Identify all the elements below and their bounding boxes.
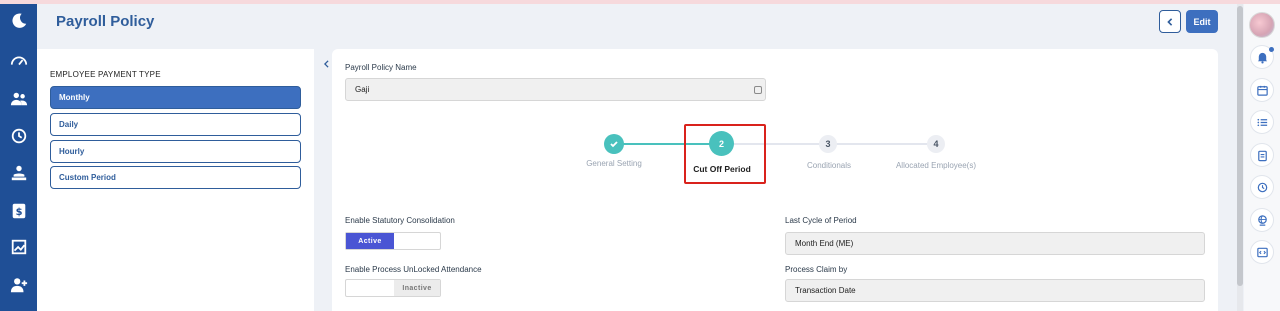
svg-text:$: $ bbox=[15, 207, 22, 218]
scrollbar-thumb[interactable] bbox=[1237, 6, 1243, 286]
process-claim-label: Process Claim by bbox=[785, 265, 848, 274]
chevron-left-icon bbox=[323, 60, 329, 68]
chart-icon[interactable] bbox=[7, 236, 30, 258]
step-1-label: General Setting bbox=[586, 159, 642, 168]
globe-icon[interactable] bbox=[1250, 208, 1274, 232]
clock-icon[interactable] bbox=[1250, 175, 1274, 199]
page-title: Payroll Policy bbox=[56, 13, 155, 30]
unlocked-attendance-label: Enable Process UnLocked Attendance bbox=[345, 265, 482, 274]
checkmark-icon bbox=[610, 141, 618, 148]
statutory-consolidation-label: Enable Statutory Consolidation bbox=[345, 216, 455, 225]
dollar-icon[interactable]: $ bbox=[7, 200, 30, 222]
policy-name-label: Payroll Policy Name bbox=[345, 63, 417, 72]
last-cycle-field[interactable]: Month End (ME) bbox=[785, 232, 1205, 255]
unlocked-attendance-toggle[interactable]: Inactive bbox=[345, 279, 441, 297]
moon-logo-icon[interactable] bbox=[7, 10, 30, 32]
edit-button[interactable]: Edit bbox=[1186, 10, 1218, 33]
process-claim-field[interactable]: Transaction Date bbox=[785, 279, 1205, 302]
statutory-consolidation-toggle[interactable]: Active bbox=[345, 232, 441, 250]
chevron-left-icon bbox=[1167, 17, 1173, 26]
step-1-complete[interactable] bbox=[604, 134, 624, 154]
left-nav: $ bbox=[0, 4, 37, 311]
payment-type-custom-period[interactable]: Custom Period bbox=[50, 166, 301, 189]
payment-type-heading: EMPLOYEE PAYMENT TYPE bbox=[50, 70, 161, 79]
field-menu-icon bbox=[754, 86, 762, 94]
avatar[interactable] bbox=[1249, 12, 1275, 38]
step-3-label: Conditionals bbox=[806, 161, 852, 170]
notification-dot bbox=[1269, 47, 1274, 52]
dashboard-gauge-icon[interactable] bbox=[7, 50, 30, 72]
last-cycle-label: Last Cycle of Period bbox=[785, 216, 857, 225]
payment-type-monthly[interactable]: Monthly bbox=[50, 86, 301, 109]
people-icon[interactable] bbox=[7, 88, 30, 110]
policy-name-field[interactable]: Gaji bbox=[345, 78, 766, 101]
payment-type-daily[interactable]: Daily bbox=[50, 113, 301, 136]
toggle-active-state: Active bbox=[346, 233, 394, 249]
clock-history-icon[interactable] bbox=[7, 125, 30, 147]
back-button[interactable] bbox=[1159, 10, 1181, 33]
code-icon[interactable] bbox=[1250, 240, 1274, 264]
calendar-icon[interactable] bbox=[1250, 78, 1274, 102]
user-add-icon[interactable] bbox=[7, 274, 30, 296]
collapse-panel-button[interactable] bbox=[320, 58, 332, 70]
clipboard-icon[interactable] bbox=[1250, 143, 1274, 167]
toggle-inactive-state: Inactive bbox=[394, 280, 440, 296]
step-4[interactable]: 4 bbox=[927, 135, 945, 153]
top-accent-strip bbox=[0, 0, 1280, 4]
payment-type-panel: EMPLOYEE PAYMENT TYPE Monthly Daily Hour… bbox=[37, 49, 314, 311]
highlight-annotation-box bbox=[684, 124, 766, 184]
employee-hand-icon[interactable] bbox=[7, 162, 30, 184]
step-3[interactable]: 3 bbox=[819, 135, 837, 153]
payment-type-hourly[interactable]: Hourly bbox=[50, 140, 301, 163]
step-4-label: Allocated Employee(s) bbox=[895, 161, 977, 170]
list-icon[interactable] bbox=[1250, 110, 1274, 134]
